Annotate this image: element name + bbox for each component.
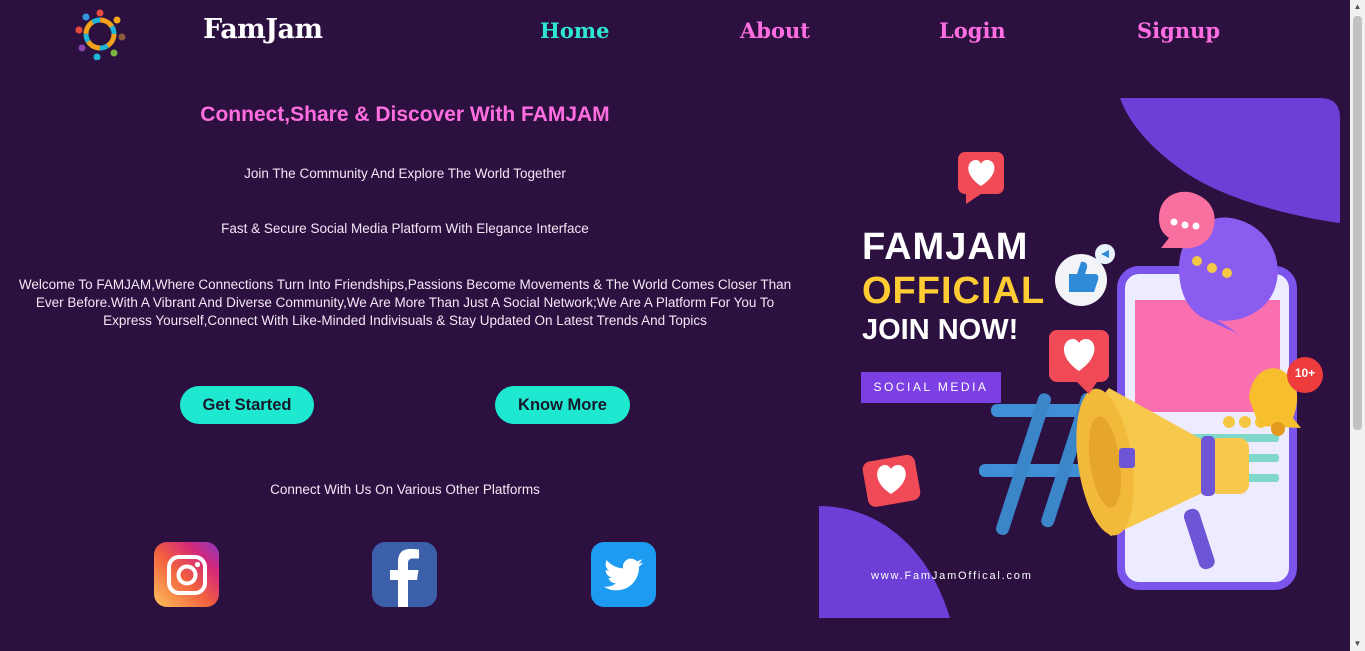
people-circle-logo-icon[interactable] <box>74 8 126 61</box>
nav-home-link[interactable]: Home <box>540 18 609 43</box>
scroll-down-icon[interactable]: ▼ <box>1353 640 1362 648</box>
welcome-line-2: Ever Before.With A Vibrant And Diverse C… <box>35 295 775 310</box>
poster-title-line-3: JOIN NOW! <box>862 314 1019 346</box>
welcome-paragraph: Welcome To FAMJAM,Where Connections Turn… <box>0 276 810 330</box>
poster-title-line-2: OFFICIAL <box>862 270 1046 312</box>
navbar: FamJam Home About Login Signup <box>0 0 1350 64</box>
scroll-up-icon[interactable]: ▲ <box>1353 3 1362 11</box>
nav-login-link[interactable]: Login <box>939 18 1006 43</box>
hero-tagline-1: Join The Community And Explore The World… <box>244 166 566 181</box>
welcome-line-3: Express Yourself,Connect With Like-Minde… <box>103 313 707 328</box>
facebook-icon[interactable] <box>372 542 437 607</box>
welcome-line-1: Welcome To FAMJAM,Where Connections Turn… <box>18 277 792 292</box>
scroll-thumb[interactable] <box>1353 16 1362 430</box>
get-started-button[interactable]: Get Started <box>180 386 314 424</box>
poster-title-line-1: FAMJAM <box>862 226 1029 268</box>
hero-tagline-2: Fast & Secure Social Media Platform With… <box>221 221 589 236</box>
promo-poster: FAMJAM OFFICIAL JOIN NOW! SOCIAL MEDIA 1… <box>819 98 1340 618</box>
nav-signup-link[interactable]: Signup <box>1137 18 1220 43</box>
instagram-icon[interactable] <box>154 542 219 607</box>
poster-website: www.FamJamOffical.com <box>871 570 1033 582</box>
poster-badge: SOCIAL MEDIA <box>873 380 989 394</box>
know-more-button[interactable]: Know More <box>495 386 630 424</box>
page-scrollbar[interactable]: ▲ ▼ <box>1350 0 1365 651</box>
twitter-icon[interactable] <box>591 542 656 607</box>
notification-count: 10+ <box>1294 366 1316 380</box>
nav-about-link[interactable]: About <box>740 18 810 43</box>
brand-name[interactable]: FamJam <box>203 14 323 45</box>
hero-headline: Connect,Share & Discover With FAMJAM <box>200 103 610 126</box>
connect-platforms-text: Connect With Us On Various Other Platfor… <box>270 482 540 497</box>
